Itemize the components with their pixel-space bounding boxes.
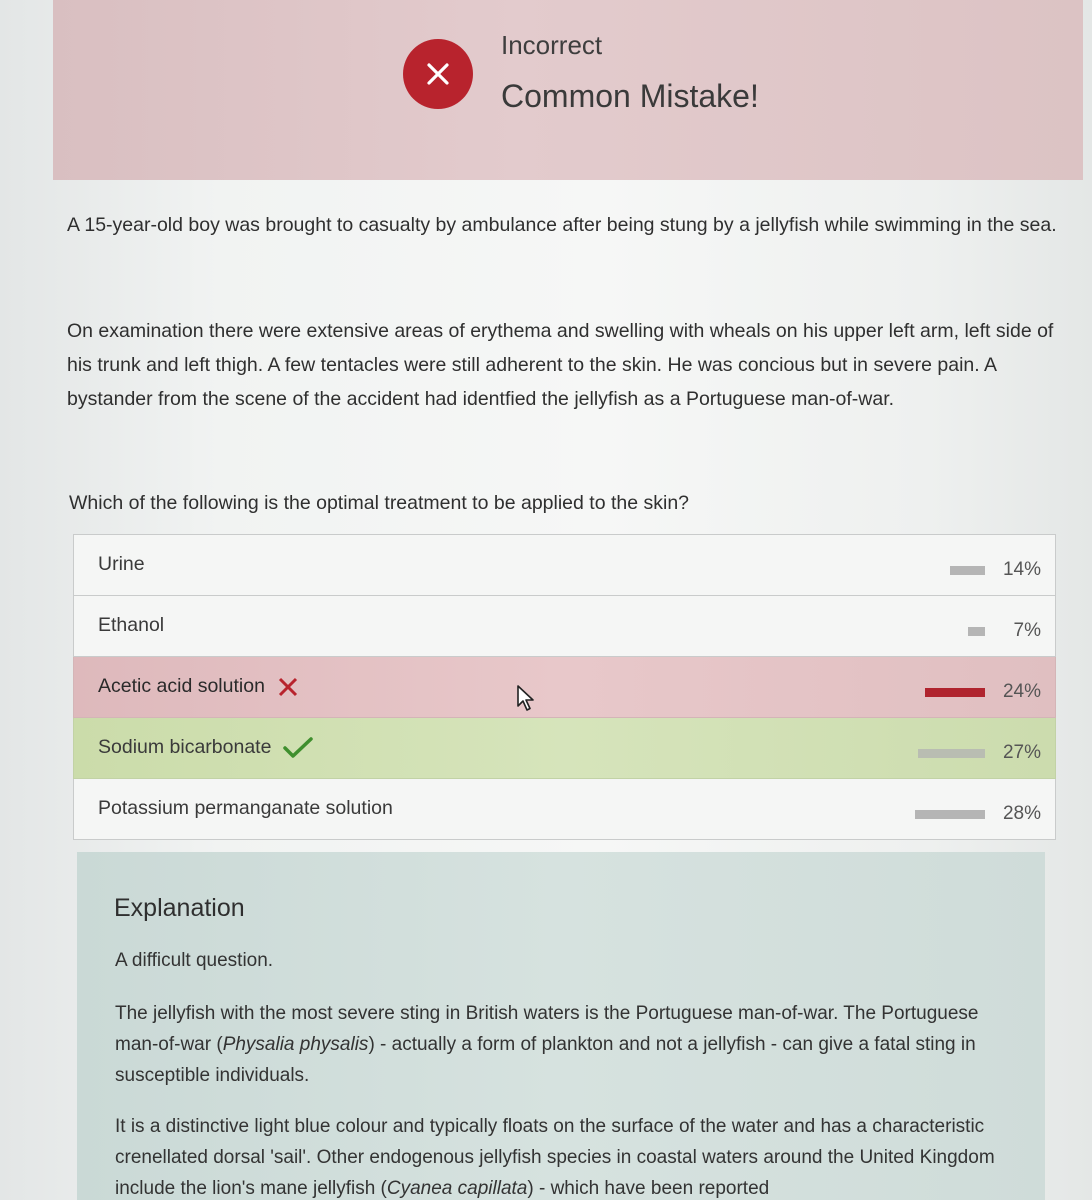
mouse-cursor-icon [516, 684, 536, 717]
response-percent: 24% [1002, 681, 1041, 702]
option-label-wrap: Ethanol [98, 614, 164, 637]
result-title: Incorrect [501, 30, 603, 60]
close-icon [403, 39, 473, 109]
cross-icon [277, 676, 299, 698]
answer-option[interactable]: Urine 14% [73, 534, 1056, 596]
response-bar [925, 688, 985, 697]
response-percent: 14% [1002, 559, 1041, 580]
option-label-wrap: Acetic acid solution [98, 675, 299, 698]
species-name: Physalia physalis [222, 1034, 369, 1055]
response-bar [967, 627, 985, 636]
response-percent: 7% [1013, 620, 1041, 641]
option-label: Urine [98, 553, 145, 575]
option-label-wrap: Potassium permanganate solution [98, 797, 393, 820]
response-percent: 27% [1002, 742, 1041, 763]
explanation-paragraph: It is a distinctive light blue colour an… [115, 1111, 995, 1200]
explanation-paragraph: A difficult question. [115, 950, 274, 971]
option-label: Ethanol [98, 614, 165, 636]
question-stem-paragraph: A 15-year-old boy was brought to casualt… [67, 214, 1057, 236]
option-label-wrap: Sodium bicarbonate [98, 736, 314, 759]
response-percent: 28% [1002, 803, 1041, 824]
species-name: Cyanea capillata [386, 1178, 528, 1199]
question-prompt: Which of the following is the optimal tr… [69, 492, 690, 514]
explanation-paragraph: The jellyfish with the most severe sting… [115, 998, 995, 1091]
answer-option[interactable]: Ethanol 7% [73, 596, 1056, 657]
explanation-text: ) - which have been reported [527, 1178, 770, 1199]
option-label: Acetic acid solution [98, 675, 265, 697]
question-stem-paragraph: On examination there were extensive area… [67, 320, 1054, 410]
result-subtitle: Common Mistake! [501, 78, 759, 114]
answer-option[interactable]: Potassium permanganate solution 28% [73, 779, 1056, 840]
result-banner: Incorrect Common Mistake! [53, 0, 1083, 180]
option-label: Potassium permanganate solution [98, 797, 393, 819]
checkmark-icon [283, 736, 314, 759]
response-bar [950, 566, 985, 575]
explanation-title: Explanation [114, 894, 245, 922]
answer-options: Urine 14% Ethanol 7% Acetic acid solutio… [73, 534, 1056, 840]
answer-option-selected[interactable]: Acetic acid solution 24% [73, 657, 1056, 718]
option-label: Sodium bicarbonate [98, 736, 272, 758]
response-bar [915, 810, 985, 819]
answer-option-correct[interactable]: Sodium bicarbonate 27% [73, 718, 1056, 779]
explanation-panel: Explanation A difficult question. The je… [77, 852, 1045, 1200]
option-label-wrap: Urine [98, 553, 145, 576]
page: Incorrect Common Mistake! A 15-year-old … [0, 0, 1092, 1200]
response-bar [917, 749, 985, 758]
